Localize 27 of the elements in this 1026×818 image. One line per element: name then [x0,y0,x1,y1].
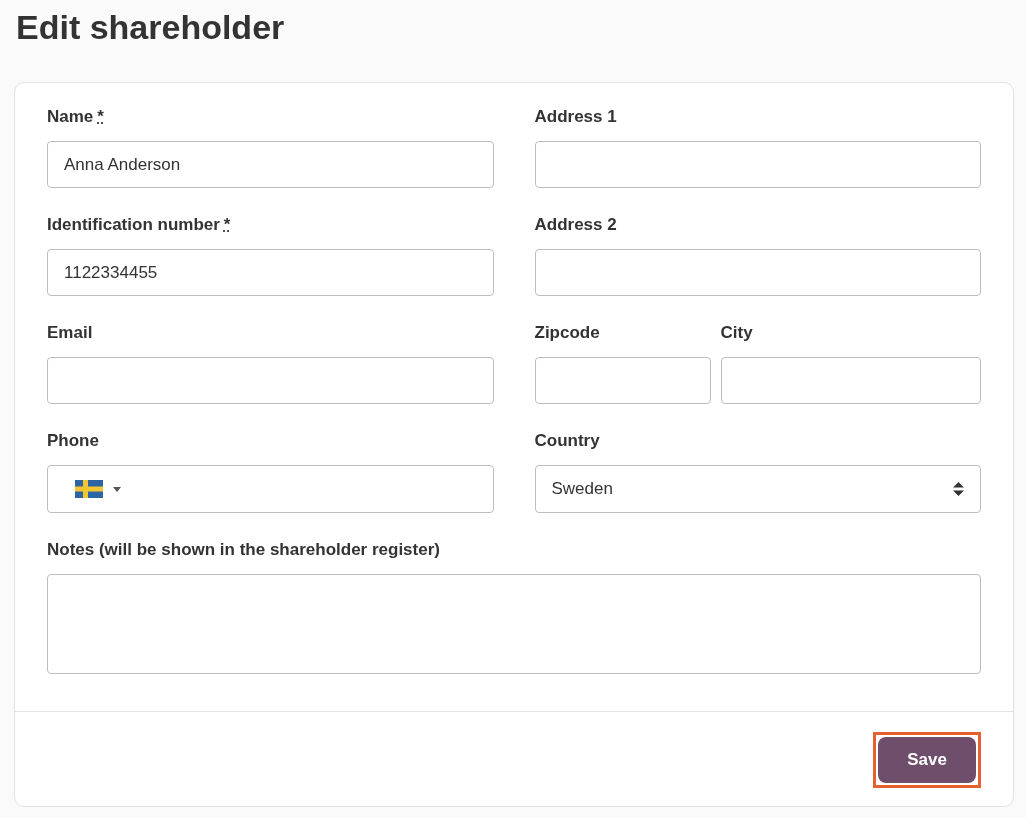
text-input[interactable] [720,357,981,404]
field-label: Phone [47,431,99,451]
text-input[interactable] [534,141,981,188]
required-marker: * [223,215,231,235]
country-select[interactable]: Sweden [534,465,981,513]
phone-input[interactable] [47,465,494,513]
field-label: Address 2 [534,215,617,235]
field-label: City [720,323,753,343]
field-label: Email [47,323,93,343]
text-input[interactable]: Anna Anderson [47,141,494,188]
text-input[interactable] [534,249,981,296]
field-label: Notes (will be shown in the shareholder register) [47,540,440,560]
field-label: Zipcode [534,323,600,343]
text-input[interactable]: 1122334455 [47,249,494,296]
caret-icon[interactable] [113,486,121,492]
save-button[interactable]: Save [878,737,976,783]
page-title: Edit shareholder [15,7,285,44]
text-input[interactable] [47,357,494,404]
sort-arrows-icon [953,482,964,496]
field-label: Address 1 [534,107,617,127]
notes-textarea[interactable] [47,574,981,674]
field-label: Identification number [47,215,220,235]
field-label: Name [47,107,94,127]
required-marker: * [97,107,104,127]
flag-icon[interactable] [75,480,103,498]
field-label: Country [534,431,600,451]
text-input[interactable] [534,357,711,404]
